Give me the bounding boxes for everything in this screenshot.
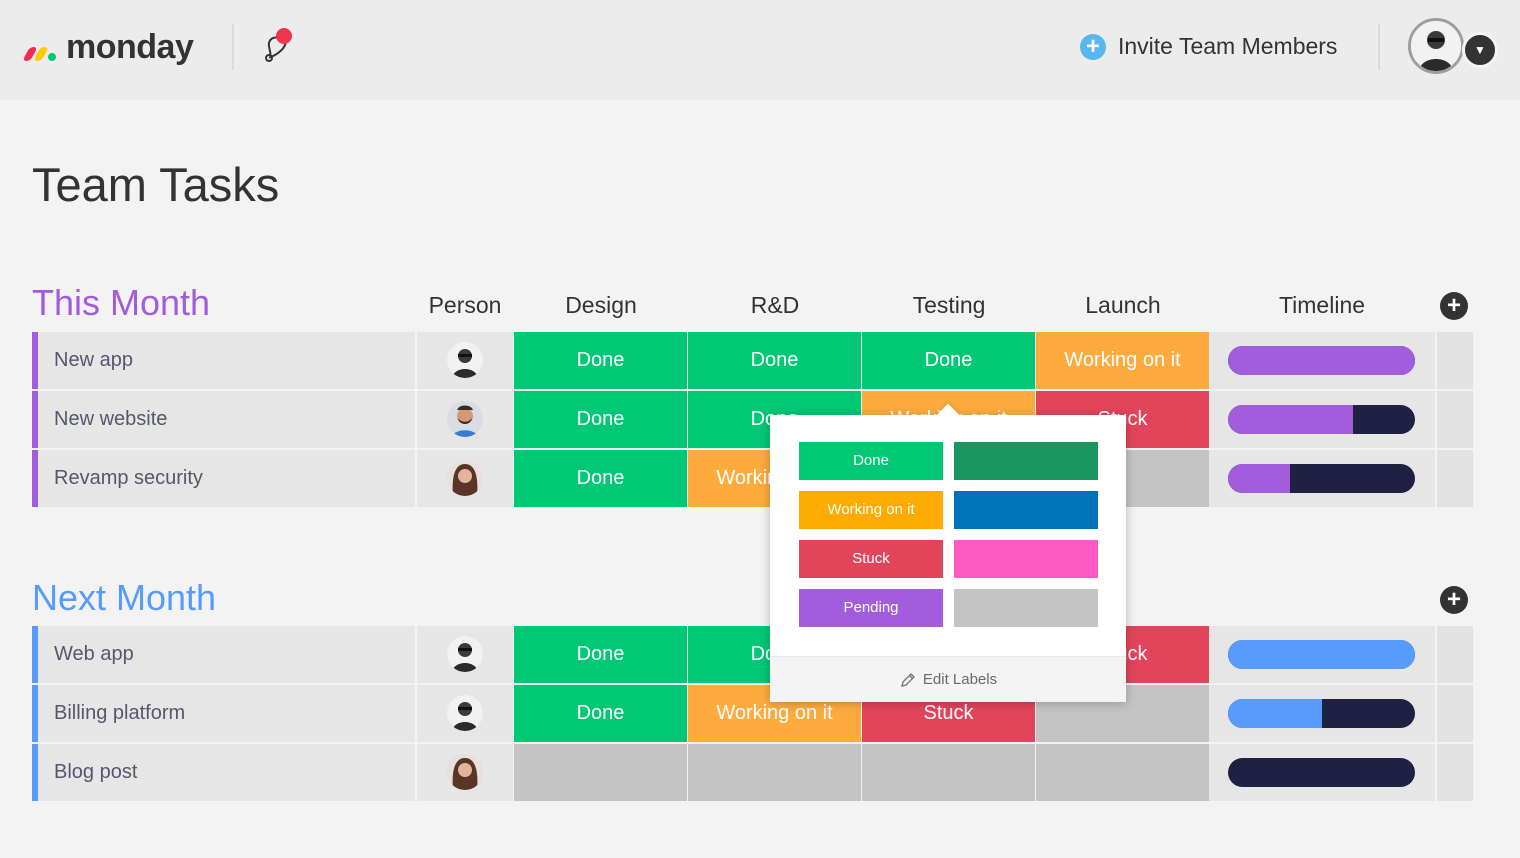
item-name[interactable]: Blog post: [38, 744, 415, 801]
item-name[interactable]: New website: [38, 391, 415, 448]
person-cell[interactable]: [417, 626, 513, 683]
row-end-cell: [1437, 391, 1473, 448]
row-end-cell: [1437, 744, 1473, 801]
status-cell-design[interactable]: Done: [514, 450, 687, 507]
table-row: Revamp securityDoneWorking on it: [32, 450, 1473, 507]
invite-label: Invite Team Members: [1118, 33, 1338, 59]
column-header-launch[interactable]: Launch: [1036, 292, 1210, 319]
table-row: New app Done Done Done Working on it: [32, 332, 1473, 389]
timeline-bar[interactable]: [1228, 699, 1415, 728]
timeline-cell: [1209, 744, 1435, 801]
column-header-design[interactable]: Design: [514, 292, 688, 319]
add-column-button[interactable]: +: [1440, 292, 1468, 320]
status-cell-rnd[interactable]: Done: [688, 332, 861, 389]
user-avatar[interactable]: [1408, 18, 1464, 74]
column-header-rnd[interactable]: R&D: [688, 292, 862, 319]
person-avatar: [447, 636, 483, 672]
person-avatar: [447, 342, 483, 378]
row-end-cell: [1437, 450, 1473, 507]
person-cell[interactable]: [417, 391, 513, 448]
invite-team-members-button[interactable]: + Invite Team Members: [1080, 33, 1337, 60]
table-row: New websiteDoneDoneWorking on itStuck: [32, 391, 1473, 448]
column-header-person[interactable]: Person: [417, 292, 513, 319]
label-option-color[interactable]: [954, 491, 1098, 529]
item-name[interactable]: Revamp security: [38, 450, 415, 507]
timeline-progress: [1228, 640, 1415, 669]
chevron-down-icon[interactable]: ▼: [1462, 32, 1498, 68]
table-row: Billing platform Done Working on it Stuck: [32, 685, 1473, 742]
label-option-color[interactable]: [954, 442, 1098, 480]
status-cell-design[interactable]: Done: [514, 332, 687, 389]
label-option-done[interactable]: Done: [799, 442, 943, 480]
header-divider: [232, 24, 234, 70]
table-row: Blog post: [32, 744, 1473, 801]
person-cell[interactable]: [417, 332, 513, 389]
timeline-cell: [1209, 685, 1435, 742]
timeline-cell: [1209, 391, 1435, 448]
status-cell-design[interactable]: Done: [514, 685, 687, 742]
status-cell-testing[interactable]: [862, 744, 1035, 801]
page-title: Team Tasks: [32, 158, 280, 211]
person-avatar: [447, 754, 483, 790]
person-avatar: [447, 695, 483, 731]
timeline-cell: [1209, 626, 1435, 683]
brand-name: monday: [66, 28, 194, 66]
timeline-progress: [1228, 346, 1415, 375]
label-option-color[interactable]: [954, 540, 1098, 578]
person-cell[interactable]: [417, 685, 513, 742]
timeline-progress: [1228, 405, 1354, 434]
person-avatar: [447, 460, 483, 496]
row-end-cell: [1437, 332, 1473, 389]
top-bar: monday + Invite Team Members ▼: [0, 0, 1520, 100]
table-row: Web appDoneDoneStuck: [32, 626, 1473, 683]
notifications-bell-icon[interactable]: [258, 28, 294, 66]
status-cell-testing[interactable]: Done: [862, 332, 1035, 389]
header-divider-right: [1378, 24, 1380, 70]
timeline-bar[interactable]: [1228, 464, 1415, 493]
row-end-cell: [1437, 626, 1473, 683]
person-cell[interactable]: [417, 450, 513, 507]
pencil-icon: [900, 672, 915, 687]
timeline-progress: [1228, 699, 1322, 728]
person-avatar: [447, 401, 483, 437]
label-option-pending[interactable]: Pending: [799, 589, 943, 627]
monday-logo[interactable]: monday: [22, 28, 194, 67]
timeline-bar[interactable]: [1228, 758, 1415, 787]
notification-badge: [276, 28, 292, 44]
status-cell-design[interactable]: [514, 744, 687, 801]
edit-labels-text: Edit Labels: [922, 671, 998, 688]
status-cell-design[interactable]: Done: [514, 391, 687, 448]
timeline-cell: [1209, 450, 1435, 507]
item-name[interactable]: New app: [38, 332, 415, 389]
item-name[interactable]: Web app: [38, 626, 415, 683]
item-name[interactable]: Billing platform: [38, 685, 415, 742]
row-end-cell: [1437, 685, 1473, 742]
logo-mark-icon: [22, 33, 64, 63]
label-option-color[interactable]: [954, 589, 1098, 627]
status-cell-launch[interactable]: [1036, 744, 1209, 801]
popup-footer: Edit Labels: [770, 656, 1126, 702]
edit-labels-button[interactable]: Edit Labels: [770, 657, 1126, 702]
column-header-testing[interactable]: Testing: [862, 292, 1036, 319]
add-column-button-next-month[interactable]: +: [1440, 586, 1468, 614]
label-option-working-on-it[interactable]: Working on it: [799, 491, 943, 529]
status-cell-rnd[interactable]: [688, 744, 861, 801]
person-cell[interactable]: [417, 744, 513, 801]
plus-icon: +: [1080, 33, 1106, 60]
label-option-stuck[interactable]: Stuck: [799, 540, 943, 578]
status-cell-launch[interactable]: Working on it: [1036, 332, 1209, 389]
timeline-bar[interactable]: [1228, 405, 1415, 434]
timeline-cell: [1209, 332, 1435, 389]
column-header-timeline[interactable]: Timeline: [1209, 292, 1435, 319]
timeline-bar[interactable]: [1228, 640, 1415, 669]
status-cell-design[interactable]: Done: [514, 626, 687, 683]
status-label-picker: Done Working on it Stuck Pending Edit Label…: [770, 403, 1126, 702]
group-title-this-month[interactable]: This Month: [32, 282, 210, 324]
timeline-progress: [1228, 464, 1290, 493]
timeline-bar[interactable]: [1228, 346, 1415, 375]
group-title-next-month[interactable]: Next Month: [32, 577, 216, 619]
